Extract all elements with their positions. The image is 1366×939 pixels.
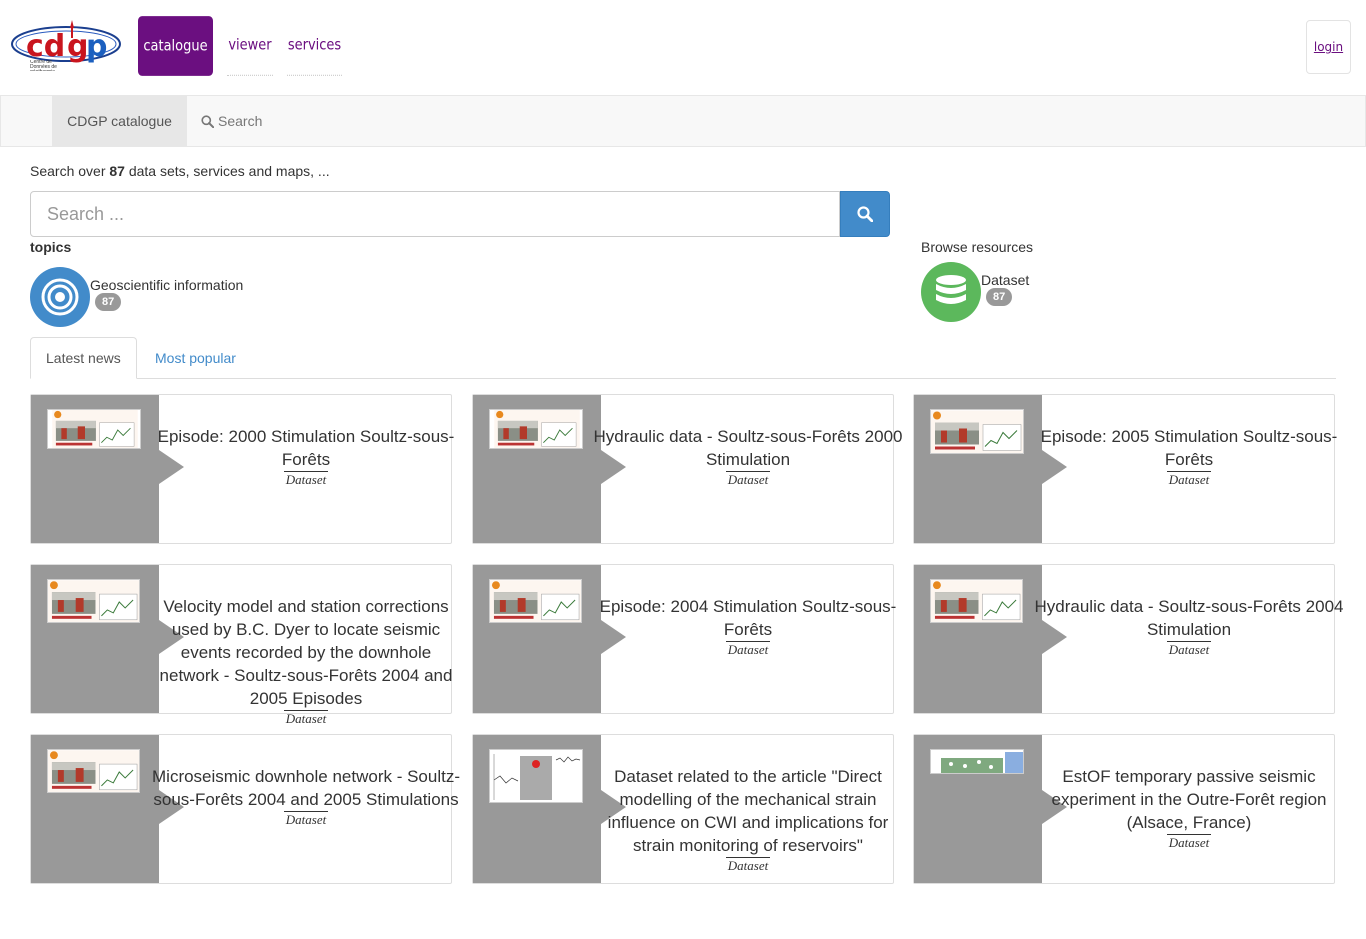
- topics-heading: topics: [30, 239, 72, 255]
- card-body: Velocity model and station corrections u…: [159, 565, 453, 726]
- logo-subtitle: Centre de Données de géothermie profonde: [30, 60, 57, 71]
- news-card[interactable]: Microseismic downhole network - Soultz-s…: [30, 734, 460, 884]
- card-thumbnail-panel: [473, 735, 601, 883]
- top-header: cd g p Centre de Données de géothermie p…: [0, 0, 1366, 95]
- card-type: Dataset: [1166, 834, 1212, 850]
- card-thumbnail[interactable]: [489, 749, 583, 803]
- news-card[interactable]: Hydraulic data - Soultz-sous-Forêts 2000…: [472, 394, 903, 544]
- news-card[interactable]: Episode: 2000 Stimulation Soultz-sous-Fo…: [30, 394, 455, 544]
- nav-viewer[interactable]: viewer: [227, 16, 273, 76]
- card-type: Dataset: [725, 857, 771, 873]
- card-body: Microseismic downhole network - Soultz-s…: [152, 735, 460, 883]
- nav-catalogue[interactable]: catalogue: [138, 16, 213, 76]
- card-title[interactable]: Episode: 2000 Stimulation Soultz-sous-Fo…: [151, 425, 461, 471]
- card-thumbnail-panel: [31, 565, 159, 713]
- intro-prefix: Search over: [30, 163, 106, 179]
- card-body: EstOF temporary passive seismic experime…: [1042, 735, 1336, 883]
- card-type: Dataset: [283, 471, 329, 487]
- card-type: Dataset: [283, 710, 329, 726]
- card-type: Dataset: [1166, 641, 1212, 657]
- card-thumbnail-panel: [914, 565, 1042, 713]
- card-thumbnail[interactable]: [47, 579, 140, 623]
- card-type: Dataset: [725, 641, 771, 657]
- card-thumbnail-panel: [473, 565, 601, 713]
- card-body: Dataset related to the article "Direct m…: [601, 735, 895, 883]
- card-body: Episode: 2000 Stimulation Soultz-sous-Fo…: [158, 395, 455, 543]
- card-title[interactable]: Hydraulic data - Soultz-sous-Forêts 2000…: [593, 425, 903, 471]
- resource-count-badge: 87: [986, 288, 1013, 306]
- news-card[interactable]: Hydraulic data - Soultz-sous-Forêts 2004…: [913, 564, 1344, 714]
- database-icon[interactable]: [921, 262, 981, 322]
- card-thumbnail[interactable]: [489, 409, 583, 449]
- intro-suffix: data sets, services and maps, ...: [128, 163, 330, 179]
- search-placeholder: Search ...: [47, 203, 125, 224]
- cdgp-logo[interactable]: cd g p Centre de Données de géothermie p…: [10, 20, 124, 72]
- search-intro: Search over 87 data sets, services and m…: [30, 163, 330, 179]
- card-thumbnail-panel: [473, 395, 601, 543]
- search-icon: [857, 206, 873, 222]
- svg-text:p: p: [86, 29, 107, 64]
- card-thumbnail[interactable]: [930, 579, 1023, 623]
- card-body: Episode: 2004 Stimulation Soultz-sous-Fo…: [600, 565, 897, 713]
- news-card[interactable]: Dataset related to the article "Direct m…: [472, 734, 894, 884]
- news-card[interactable]: EstOF temporary passive seismic experime…: [913, 734, 1335, 884]
- tab-latest-news[interactable]: Latest news: [30, 337, 137, 379]
- card-thumbnail-panel: [914, 735, 1042, 883]
- card-title[interactable]: Episode: 2004 Stimulation Soultz-sous-Fo…: [593, 595, 903, 641]
- card-thumbnail[interactable]: [930, 409, 1024, 454]
- login-button[interactable]: login: [1306, 20, 1351, 74]
- card-type: Dataset: [725, 471, 771, 487]
- topic-count-badge: 87: [95, 293, 122, 311]
- card-body: Hydraulic data - Soultz-sous-Forêts 2004…: [1035, 565, 1344, 713]
- card-title[interactable]: Dataset related to the article "Direct m…: [593, 765, 903, 857]
- svg-text:cd: cd: [26, 29, 65, 64]
- card-thumbnail-panel: [31, 395, 159, 543]
- card-thumbnail-panel: [31, 735, 159, 883]
- card-title[interactable]: Episode: 2005 Stimulation Soultz-sous-Fo…: [1034, 425, 1344, 471]
- catalogue-navbar: CDGP catalogue Search: [0, 95, 1366, 147]
- tab-most-popular[interactable]: Most popular: [140, 337, 251, 379]
- topic-geoscientific[interactable]: Geoscientific information: [90, 277, 243, 293]
- card-thumbnail[interactable]: [489, 579, 582, 623]
- card-thumbnail[interactable]: [930, 749, 1024, 774]
- card-thumbnail-panel: [914, 395, 1042, 543]
- search-nav-label: Search: [218, 113, 263, 129]
- card-type: Dataset: [1166, 471, 1212, 487]
- browse-heading: Browse resources: [921, 239, 1034, 255]
- target-icon[interactable]: [30, 267, 90, 327]
- card-title[interactable]: Microseismic downhole network - Soultz-s…: [151, 765, 461, 811]
- news-card[interactable]: Episode: 2005 Stimulation Soultz-sous-Fo…: [913, 394, 1338, 544]
- card-title[interactable]: Velocity model and station corrections u…: [151, 595, 461, 710]
- search-input[interactable]: Search ...: [30, 191, 840, 237]
- resource-dataset[interactable]: Dataset: [981, 272, 1029, 288]
- search-nav-link[interactable]: Search: [201, 96, 262, 146]
- record-count: 87: [109, 163, 125, 179]
- nav-services[interactable]: services: [287, 16, 342, 76]
- news-card[interactable]: Velocity model and station corrections u…: [30, 564, 453, 726]
- card-thumbnail[interactable]: [47, 409, 141, 449]
- card-title[interactable]: EstOF temporary passive seismic experime…: [1034, 765, 1344, 834]
- card-body: Episode: 2005 Stimulation Soultz-sous-Fo…: [1041, 395, 1338, 543]
- card-title[interactable]: Hydraulic data - Soultz-sous-Forêts 2004…: [1034, 595, 1344, 641]
- card-body: Hydraulic data - Soultz-sous-Forêts 2000…: [594, 395, 903, 543]
- catalogue-home-link[interactable]: CDGP catalogue: [52, 96, 187, 146]
- search-button[interactable]: [840, 191, 890, 237]
- card-thumbnail[interactable]: [47, 749, 140, 793]
- search-icon: [201, 114, 214, 128]
- news-card[interactable]: Episode: 2004 Stimulation Soultz-sous-Fo…: [472, 564, 897, 714]
- card-type: Dataset: [283, 811, 329, 827]
